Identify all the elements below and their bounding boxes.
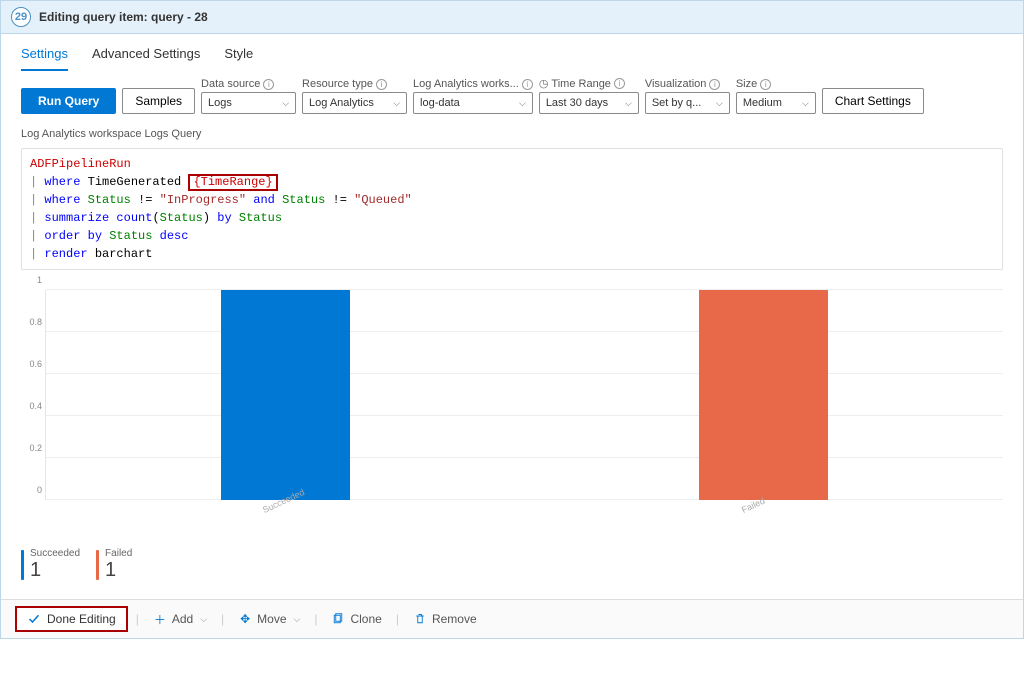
legend-value: 1 <box>30 559 80 581</box>
tabs: Settings Advanced Settings Style <box>1 34 1023 71</box>
time-range-select[interactable]: Last 30 days⌵ <box>539 92 639 114</box>
chevron-down-icon: ⌵ <box>282 98 289 109</box>
tab-advanced-settings[interactable]: Advanced Settings <box>92 46 200 71</box>
query-editor[interactable]: ADFPipelineRun | where TimeGenerated {Ti… <box>21 148 1003 270</box>
banner-title: Editing query item: query - 28 <box>39 10 208 24</box>
timerange-highlight: {TimeRange} <box>188 174 277 191</box>
time-range-label: Time Rangei <box>539 77 639 90</box>
chevron-down-icon: ⌵ <box>625 98 632 109</box>
chevron-down-icon: ⌵ <box>200 614 207 625</box>
legend-value: 1 <box>105 559 132 581</box>
chart-area: 0 0.2 0.4 0.6 0.8 1 Succeeded Failed <box>1 280 1023 538</box>
bar-succeeded[interactable] <box>221 290 350 500</box>
add-button[interactable]: ＋ Add⌵ <box>147 608 213 630</box>
run-query-button[interactable]: Run Query <box>21 88 116 114</box>
data-source-label: Data sourcei <box>201 78 296 90</box>
tab-settings[interactable]: Settings <box>21 46 68 71</box>
data-source-select[interactable]: Logs⌵ <box>201 92 296 114</box>
chevron-down-icon: ⌵ <box>716 98 723 109</box>
controls-bar: Run Query Samples Data sourcei Logs⌵ Res… <box>1 71 1023 124</box>
chevron-down-icon: ⌵ <box>519 98 526 109</box>
law-select[interactable]: log-data⌵ <box>413 92 533 114</box>
move-button[interactable]: ✥ Move⌵ <box>232 608 306 630</box>
size-select[interactable]: Medium⌵ <box>736 92 816 114</box>
move-icon: ✥ <box>238 612 252 626</box>
visualization-select[interactable]: Set by q...⌵ <box>645 92 730 114</box>
info-icon: i <box>709 79 720 90</box>
legend-color-swatch <box>96 550 99 580</box>
plus-icon: ＋ <box>153 612 167 626</box>
resource-type-label: Resource typei <box>302 78 407 90</box>
resource-type-select[interactable]: Log Analytics⌵ <box>302 92 407 114</box>
tab-style[interactable]: Style <box>224 46 253 71</box>
check-icon <box>27 612 41 626</box>
legend-label: Failed <box>105 548 132 559</box>
info-icon: i <box>614 78 625 89</box>
bar-chart: 0 0.2 0.4 0.6 0.8 1 <box>45 290 1003 500</box>
legend-color-swatch <box>21 550 24 580</box>
editor-banner: 29 Editing query item: query - 28 <box>1 1 1023 34</box>
clone-icon <box>331 612 345 626</box>
done-editing-button[interactable]: Done Editing <box>15 606 128 632</box>
action-bar: Done Editing | ＋ Add⌵ | ✥ Move⌵ | Clone … <box>1 599 1023 638</box>
info-icon: i <box>376 79 387 90</box>
size-label: Sizei <box>736 78 816 90</box>
legend-item-failed[interactable]: Failed 1 <box>96 548 132 581</box>
query-source-label: Log Analytics workspace Logs Query <box>1 124 1023 144</box>
trash-icon <box>413 612 427 626</box>
step-badge: 29 <box>11 7 31 27</box>
chevron-down-icon: ⌵ <box>294 614 301 625</box>
remove-button[interactable]: Remove <box>407 608 483 630</box>
info-icon: i <box>263 79 274 90</box>
legend-label: Succeeded <box>30 548 80 559</box>
legend-item-succeeded[interactable]: Succeeded 1 <box>21 548 80 581</box>
visualization-label: Visualizationi <box>645 78 730 90</box>
chevron-down-icon: ⌵ <box>802 98 809 109</box>
clone-button[interactable]: Clone <box>325 608 387 630</box>
legend: Succeeded 1 Failed 1 <box>1 538 1023 599</box>
info-icon: i <box>760 79 771 90</box>
info-icon: i <box>522 79 533 90</box>
chevron-down-icon: ⌵ <box>393 98 400 109</box>
samples-button[interactable]: Samples <box>122 88 195 114</box>
law-label: Log Analytics works...i <box>413 78 533 90</box>
bar-failed[interactable] <box>699 290 828 500</box>
chart-settings-button[interactable]: Chart Settings <box>822 88 924 114</box>
